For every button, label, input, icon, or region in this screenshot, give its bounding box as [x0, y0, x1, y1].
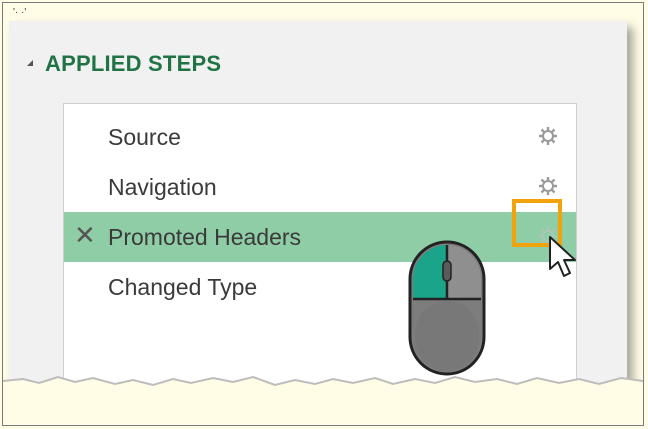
step-label: Promoted Headers [108, 223, 302, 250]
applied-steps-list: Source Navigation ✕ Promoted Headers Cha… [63, 103, 577, 404]
triangle-collapse-icon[interactable] [27, 60, 33, 66]
step-label: Navigation [108, 173, 217, 200]
applied-steps-header[interactable]: APPLIED STEPS [27, 51, 221, 77]
torn-edge [3, 375, 643, 411]
section-title: APPLIED STEPS [45, 51, 222, 76]
screenshot-frame: '· ·' APPLIED STEPS Source Navigation ✕ … [2, 2, 644, 426]
close-x-icon[interactable]: ✕ [74, 220, 96, 251]
step-row-navigation[interactable]: Navigation [64, 162, 576, 212]
step-row-promoted-headers[interactable]: ✕ Promoted Headers [64, 212, 576, 262]
arrow-cursor-icon [549, 236, 576, 277]
step-row-source[interactable]: Source [64, 112, 576, 162]
top-left-mark: '· ·' [13, 7, 27, 18]
gear-icon[interactable] [538, 126, 558, 146]
mouse-left-click-icon [408, 240, 486, 376]
step-label: Changed Type [108, 273, 258, 300]
step-row-changed-type[interactable]: Changed Type [64, 262, 576, 312]
step-label: Source [108, 123, 181, 150]
gear-icon[interactable] [538, 176, 558, 196]
